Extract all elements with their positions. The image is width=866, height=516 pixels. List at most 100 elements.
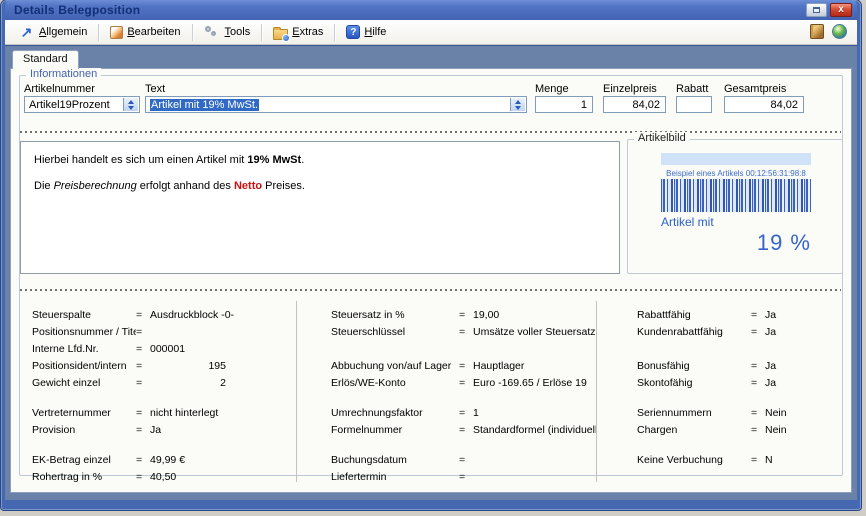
equals-sign: =: [459, 454, 473, 466]
detail-value: 40,50: [150, 471, 296, 483]
close-icon: x: [838, 5, 844, 15]
detail-value: Hauptlager: [473, 360, 596, 372]
dotted-separator-bottom: [20, 289, 841, 291]
detail-value: 2: [150, 377, 226, 389]
rabatt-label: Rabatt: [676, 83, 708, 95]
detail-row: [637, 340, 839, 357]
detail-row: Interne Lfd.Nr.=000001: [32, 340, 296, 357]
details-section: Steuerspalte=Ausdruckblock -0-Positionsn…: [22, 301, 839, 482]
detail-label: Steuerspalte: [32, 309, 136, 321]
detail-row: Chargen=Nein: [637, 421, 839, 438]
equals-sign: =: [136, 309, 150, 321]
equals-sign: =: [751, 377, 765, 389]
detail-value: Nein: [765, 407, 839, 419]
details-spacer: [637, 438, 839, 451]
detail-label: Provision: [32, 424, 136, 436]
artikelbild-groupbox: Artikelbild Beispiel eines Artikels 00:1…: [627, 139, 843, 274]
detail-row: EK-Betrag einzel=49,99 €: [32, 451, 296, 468]
description-line1: Hierbei handelt es sich um einen Artikel…: [34, 154, 606, 166]
detail-label: Erlös/WE-Konto: [331, 377, 459, 389]
detail-value: nicht hinterlegt: [150, 407, 296, 419]
detail-label: Interne Lfd.Nr.: [32, 343, 136, 355]
folder-icon: [273, 29, 288, 40]
details-spacer: [331, 391, 596, 404]
einzelpreis-value: 84,02: [632, 99, 660, 111]
detail-value: Ja: [765, 377, 839, 389]
detail-row: Formelnummer=Standardformel (individuell…: [331, 421, 596, 438]
detail-label: Skontofähig: [637, 377, 751, 389]
text-combo[interactable]: Artikel mit 19% MwSt.: [145, 96, 527, 113]
detail-label: Keine Verbuchung: [637, 454, 751, 466]
detail-label: Seriennummern: [637, 407, 751, 419]
detail-label: Positionsnummer / Titel: [32, 326, 136, 338]
menge-input[interactable]: 1: [535, 96, 593, 113]
detail-label: Rabattfähig: [637, 309, 751, 321]
menu-separator: [261, 24, 262, 41]
detail-row: Provision=Ja: [32, 421, 296, 438]
restore-button[interactable]: [806, 3, 827, 17]
detail-value: Umsätze voller Steuersatz: [473, 326, 596, 338]
gesamtpreis-label: Gesamtpreis: [724, 83, 786, 95]
artikelnummer-spinner-icon[interactable]: [123, 98, 138, 111]
detail-row: Liefertermin=: [331, 468, 596, 485]
equals-sign: =: [751, 309, 765, 321]
gesamtpreis-input[interactable]: 84,02: [724, 96, 804, 113]
equals-sign: =: [136, 424, 150, 436]
window-buttons: x: [806, 3, 852, 17]
edit-icon: [110, 26, 123, 39]
detail-row: Abbuchung von/auf Lager=Hauptlager: [331, 357, 596, 374]
equals-sign: =: [136, 343, 150, 355]
equals-sign: =: [136, 471, 150, 483]
detail-value: Ja: [765, 360, 839, 372]
menu-item-label: Tools: [225, 26, 251, 38]
description-line2: Die Preisberechnung erfolgt anhand des N…: [34, 180, 606, 192]
detail-label: Positionsident/intern: [32, 360, 136, 372]
detail-value: Ausdruckblock -0-: [150, 309, 296, 321]
details-column-1: Steuerspalte=Ausdruckblock -0-Positionsn…: [22, 301, 297, 482]
artikelbild-highlight-strip: [661, 153, 811, 165]
package-icon[interactable]: [810, 24, 824, 39]
detail-row: Erlös/WE-Konto=Euro -169.65 / Erlöse 19: [331, 374, 596, 391]
detail-row: [331, 340, 596, 357]
detail-value: Ja: [765, 326, 839, 338]
content-panel: Informationen Artikelnummer Text Menge E…: [10, 68, 852, 493]
equals-sign: =: [459, 424, 473, 436]
equals-sign: =: [751, 407, 765, 419]
detail-row: [637, 468, 839, 485]
detail-label: Umrechnungsfaktor: [331, 407, 459, 419]
details-spacer: [637, 391, 839, 404]
text-value-selected: Artikel mit 19% MwSt.: [150, 99, 259, 111]
globe-icon[interactable]: [832, 24, 847, 39]
detail-row: Positionsident/intern=195: [32, 357, 296, 374]
detail-label: Gewicht einzel: [32, 377, 136, 389]
artikelbild-line2: 19 %: [661, 230, 811, 256]
einzelpreis-input[interactable]: 84,02: [603, 96, 666, 113]
menu-item-allgemein[interactable]: ↗Allgemein: [11, 22, 94, 42]
menu-item-tools[interactable]: Tools: [197, 22, 258, 42]
detail-label: Kundenrabattfähig: [637, 326, 751, 338]
artikelbild-title: Artikelbild: [634, 132, 690, 144]
menu-item-label: Extras: [292, 26, 323, 38]
menu-item-hilfe[interactable]: ?Hilfe: [339, 23, 393, 41]
detail-label: Buchungsdatum: [331, 454, 459, 466]
menu-separator: [98, 24, 99, 41]
tab-standard[interactable]: Standard: [12, 50, 79, 69]
menu-item-bearbeiten[interactable]: Bearbeiten: [103, 24, 187, 41]
arrow-icon: ↗: [18, 24, 35, 40]
gesamtpreis-value: 84,02: [770, 99, 798, 111]
text-spinner-icon[interactable]: [510, 98, 525, 111]
detail-row: Bonusfähig=Ja: [637, 357, 839, 374]
detail-value: 49,99 €: [150, 454, 296, 466]
detail-label: Bonusfähig: [637, 360, 751, 372]
equals-sign: =: [459, 309, 473, 321]
description-textarea[interactable]: Hierbei handelt es sich um einen Artikel…: [20, 141, 620, 274]
menu-item-extras[interactable]: Extras: [266, 23, 330, 42]
artikelnummer-combo[interactable]: Artikel19Prozent: [24, 96, 140, 113]
detail-row: Seriennummern=Nein: [637, 404, 839, 421]
details-column-2: Steuersatz in %=19,00Steuerschlüssel=Ums…: [297, 301, 597, 482]
rabatt-input[interactable]: [676, 96, 712, 113]
equals-sign: =: [459, 360, 473, 372]
detail-label: Vertreternummer: [32, 407, 136, 419]
equals-sign: =: [751, 454, 765, 466]
close-button[interactable]: x: [830, 3, 852, 17]
